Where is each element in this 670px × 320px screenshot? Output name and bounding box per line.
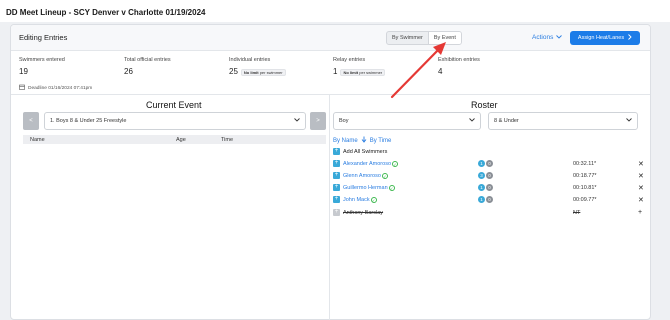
- plus-icon: +: [333, 148, 340, 155]
- top-bar: DD Meet Lineup - SCY Denver v Charlotte …: [0, 0, 670, 22]
- swimmer-name-link[interactable]: Guillermo Herman ✓: [343, 184, 395, 191]
- event-table-header: Name Age Time: [23, 135, 326, 144]
- add-icon[interactable]: +: [638, 209, 642, 216]
- sort-down-icon: [361, 136, 367, 145]
- roster-sort: By Name By Time: [333, 136, 391, 145]
- age-group-select[interactable]: 8 & Under: [488, 112, 638, 130]
- chevron-down-icon: [469, 118, 475, 124]
- column-age[interactable]: Age: [176, 137, 186, 143]
- stat-total-official: Total official entries 26: [124, 57, 171, 76]
- remove-icon[interactable]: ✕: [638, 172, 644, 180]
- chevron-right-icon: [628, 34, 632, 42]
- column-time[interactable]: Time: [221, 137, 233, 143]
- add-all-label: Add All Swimmers: [343, 148, 388, 155]
- sort-by-name-link[interactable]: By Name: [333, 138, 358, 144]
- deadline: Deadline 01/16/2024 07:41pm: [19, 84, 92, 92]
- roster-row: + John Mack ✓ 10 00:09.77* ✕: [333, 196, 644, 205]
- view-toggle: By Swimmer By Event: [386, 31, 462, 45]
- column-name[interactable]: Name: [30, 137, 45, 143]
- assign-heat-lanes-button[interactable]: Assign Heat/Lanes: [570, 31, 640, 45]
- entry-badges: 10: [478, 160, 493, 167]
- swimmer-time: 00:10.81*: [573, 184, 597, 191]
- plus-icon: +: [333, 209, 340, 216]
- plus-icon[interactable]: +: [333, 160, 340, 167]
- gender-select[interactable]: Boy: [333, 112, 481, 130]
- divider: [329, 95, 330, 320]
- entries-card: Editing Entries By Swimmer By Event Acti…: [10, 24, 651, 320]
- check-circle-icon: ✓: [388, 184, 395, 191]
- swimmer-time: NT: [573, 209, 581, 216]
- check-circle-icon: ✓: [392, 160, 398, 167]
- stat-individual: Individual entries 25 No limit per swimm…: [229, 57, 286, 76]
- roster-row: + Anthony Barclay NT +: [333, 209, 642, 218]
- page-title: DD Meet Lineup - SCY Denver v Charlotte …: [6, 8, 206, 17]
- editing-title: Editing Entries: [19, 33, 68, 42]
- roster-row: + Guillermo Herman ✓ 10 00:10.81* ✕: [333, 184, 644, 193]
- remove-icon[interactable]: ✕: [638, 160, 644, 168]
- swimmer-name-link[interactable]: John Mack ✓: [343, 196, 377, 203]
- entry-badges: 30: [478, 172, 493, 179]
- swimmer-name-link[interactable]: Glenn Amoroso ✓: [343, 172, 388, 179]
- actions-dropdown[interactable]: Actions: [532, 34, 563, 41]
- stat-exhibition: Exhibition entries 4: [438, 57, 480, 76]
- event-select[interactable]: 1. Boys 8 & Under 25 Freestyle: [44, 112, 306, 130]
- plus-icon[interactable]: +: [333, 172, 340, 179]
- limit-note: No limit per swimmer: [340, 69, 386, 76]
- roster-title: Roster: [471, 100, 498, 110]
- swimmer-time: 00:09.77*: [573, 196, 597, 203]
- actions-label: Actions: [532, 34, 554, 41]
- swimmer-name-link[interactable]: Alexander Amoroso ✓: [343, 160, 398, 167]
- prev-event-button[interactable]: <: [23, 112, 39, 130]
- plus-icon[interactable]: +: [333, 196, 340, 203]
- card-header: Editing Entries By Swimmer By Event Acti…: [11, 25, 650, 51]
- chevron-down-icon: [556, 34, 563, 41]
- check-circle-icon: ✓: [370, 196, 377, 203]
- by-event-tab[interactable]: By Event: [427, 32, 461, 44]
- remove-icon[interactable]: ✕: [638, 184, 644, 192]
- swimmer-name: Anthony Barclay: [343, 209, 384, 216]
- divider: [11, 94, 650, 95]
- entry-badges: 10: [478, 184, 493, 191]
- remove-icon[interactable]: ✕: [638, 196, 644, 204]
- swimmer-time: 00:32.11*: [573, 160, 597, 167]
- add-all-row[interactable]: + Add All Swimmers: [333, 148, 638, 157]
- by-swimmer-tab[interactable]: By Swimmer: [387, 32, 428, 44]
- assign-label: Assign Heat/Lanes: [577, 35, 625, 41]
- stat-relay: Relay entries 1 No limit per swimmer: [333, 57, 386, 76]
- stat-swimmers-entered: Swimmers entered 19: [19, 57, 65, 76]
- roster-row: + Glenn Amoroso ✓ 30 00:18.77* ✕: [333, 172, 644, 181]
- entry-badges: 10: [478, 196, 493, 203]
- limit-note: No limit per swimmer: [240, 69, 286, 76]
- plus-icon[interactable]: +: [333, 184, 340, 191]
- roster-row: + Alexander Amoroso ✓ 10 00:32.11* ✕: [333, 160, 644, 169]
- chevron-down-icon: [626, 118, 632, 124]
- calendar-icon: [19, 84, 25, 92]
- check-circle-icon: ✓: [381, 172, 388, 179]
- sort-by-time-link[interactable]: By Time: [370, 138, 392, 144]
- swimmer-time: 00:18.77*: [573, 172, 597, 179]
- current-event-title: Current Event: [146, 100, 202, 110]
- next-event-button[interactable]: >: [310, 112, 326, 130]
- chevron-down-icon: [294, 118, 300, 124]
